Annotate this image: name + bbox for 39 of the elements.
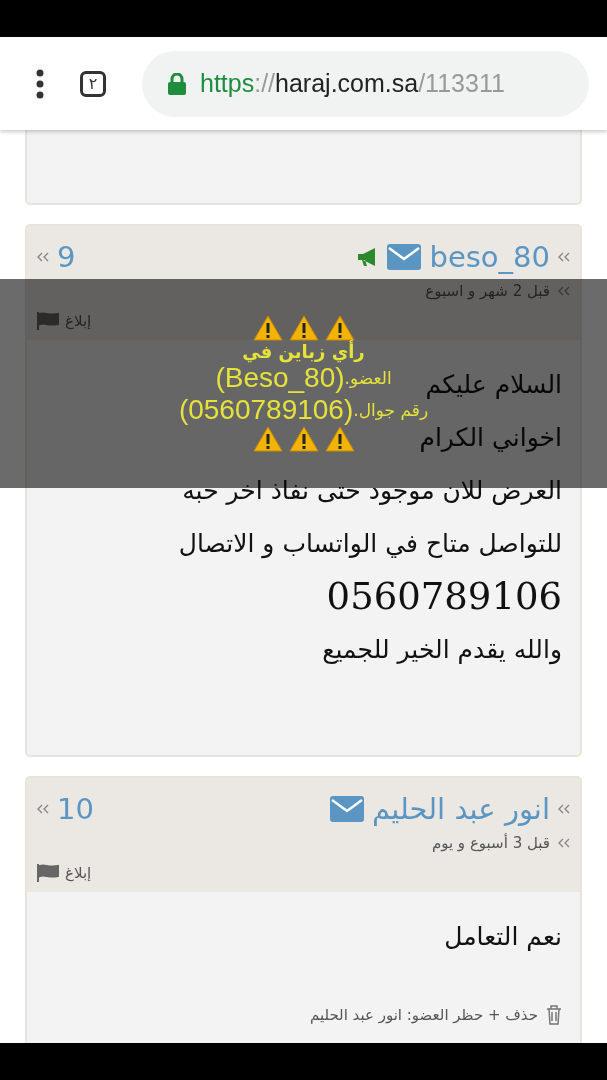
chevron-icon xyxy=(558,804,570,814)
envelope-icon[interactable] xyxy=(387,244,422,270)
notice-label: العضو. xyxy=(344,368,392,388)
notice-value: (0560789106) xyxy=(178,394,354,426)
comment-number: 10 xyxy=(57,792,94,826)
flag-icon[interactable] xyxy=(37,312,59,330)
warning-icon xyxy=(288,315,319,341)
warning-icon xyxy=(324,426,355,452)
comment-time: قبل 3 أسبوع و يوم xyxy=(431,834,550,852)
url-text: https://haraj.com.sa/113311 xyxy=(200,69,505,98)
chevron-icon xyxy=(558,286,570,296)
chevron-icon xyxy=(37,252,49,262)
comment-text: نعم التعامل xyxy=(444,921,562,953)
warning-icon xyxy=(288,426,319,452)
comment-text: والله يقدم الخير للجميع xyxy=(322,634,562,667)
phone-number: 0560789106 xyxy=(326,578,562,615)
trash-icon[interactable] xyxy=(546,1005,562,1025)
comment-text: للتواصل متاح في الواتساب و الاتصال xyxy=(178,528,562,561)
comment-number: 9 xyxy=(57,240,76,274)
report-link[interactable]: إبلاغ xyxy=(65,864,92,882)
chevron-icon xyxy=(37,804,49,814)
chevron-icon xyxy=(558,838,570,848)
warning-icon xyxy=(252,426,283,452)
notice-value: (Beso_80) xyxy=(215,362,345,394)
comment-time: قبل 2 شهر و اسبوع xyxy=(425,282,550,300)
menu-icon[interactable] xyxy=(36,68,44,99)
address-bar[interactable]: https://haraj.com.sa/113311 xyxy=(142,50,589,117)
notice-label: رقم جوال. xyxy=(353,400,429,420)
comment-text: اخواني الكرام xyxy=(419,422,562,454)
flag-icon[interactable] xyxy=(37,864,59,882)
tab-count[interactable]: ٢ xyxy=(80,70,106,97)
warning-icon xyxy=(324,315,355,341)
moderation-link[interactable]: حذف + حظر العضو: انور عبد الحليم xyxy=(309,1006,538,1024)
warning-icon xyxy=(252,315,283,341)
notice-heading: رأي زباين في xyxy=(242,341,365,362)
comment-text: السلام عليكم xyxy=(425,369,562,401)
envelope-icon[interactable] xyxy=(329,796,364,822)
lock-icon xyxy=(168,72,186,95)
chevron-icon xyxy=(558,252,570,262)
